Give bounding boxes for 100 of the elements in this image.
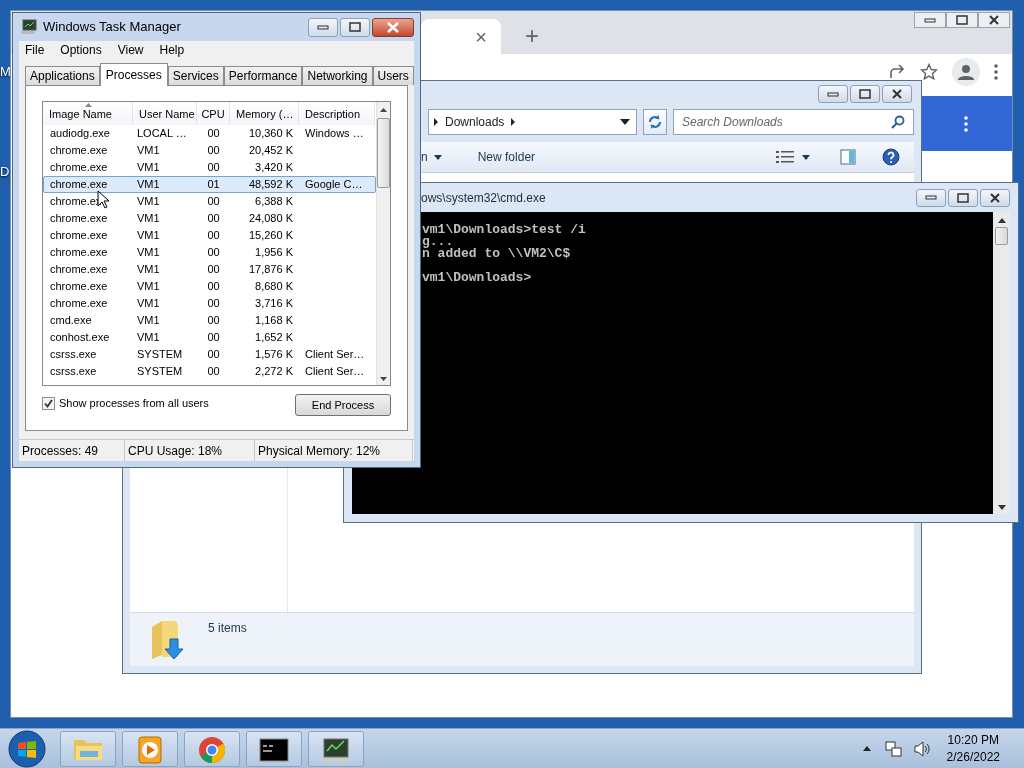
table-row[interactable]: chrome.exe VM1 00 24,080 K bbox=[43, 210, 376, 227]
network-icon[interactable] bbox=[884, 739, 903, 758]
scroll-down-icon[interactable] bbox=[380, 377, 387, 381]
table-row[interactable]: audiodg.exe LOCAL … 00 10,360 K Windows … bbox=[43, 125, 376, 142]
table-cell: chrome.exe bbox=[50, 297, 108, 310]
table-row[interactable]: chrome.exe VM1 00 20,452 K bbox=[43, 142, 376, 159]
column-header[interactable]: User Name bbox=[133, 102, 197, 125]
menu-item[interactable]: Options bbox=[60, 40, 102, 59]
table-row[interactable]: cmd.exe VM1 00 1,168 K bbox=[43, 312, 376, 329]
tab[interactable]: Performance bbox=[223, 66, 303, 85]
column-header[interactable]: Description bbox=[299, 102, 375, 125]
tab[interactable]: Processes bbox=[99, 63, 168, 86]
checkbox[interactable] bbox=[42, 396, 55, 410]
tab[interactable]: Users bbox=[372, 66, 414, 85]
minimize-button[interactable] bbox=[308, 17, 338, 37]
star-icon[interactable] bbox=[920, 63, 938, 81]
minimize-button[interactable] bbox=[914, 12, 946, 28]
minimize-button[interactable] bbox=[916, 188, 946, 207]
share-icon[interactable] bbox=[888, 63, 906, 81]
breadcrumb-item[interactable]: Downloads bbox=[445, 113, 505, 131]
table-row[interactable]: chrome.exe VM1 00 1,956 K bbox=[43, 244, 376, 261]
new-tab-button[interactable]: + bbox=[525, 24, 539, 48]
volume-icon[interactable] bbox=[912, 740, 931, 757]
table-row[interactable]: csrss.exe SYSTEM 00 2,272 K Client Ser… bbox=[43, 363, 376, 380]
table-cell: csrss.exe bbox=[50, 365, 97, 378]
table-cell: 00 bbox=[207, 144, 220, 157]
table-cell: conhost.exe bbox=[50, 331, 110, 344]
tab[interactable]: Networking bbox=[302, 66, 373, 85]
more-icon[interactable] bbox=[964, 115, 968, 132]
maximize-button[interactable] bbox=[948, 188, 978, 207]
console-prompt: vm1\Downloads> bbox=[422, 272, 533, 284]
close-button[interactable] bbox=[980, 188, 1010, 207]
minimize-icon bbox=[827, 91, 839, 97]
table-cell: VM1 bbox=[137, 280, 160, 293]
maximize-button[interactable] bbox=[946, 12, 978, 28]
search-field[interactable]: Search Downloads bbox=[673, 109, 914, 135]
desktop-icon-label[interactable]: D bbox=[0, 162, 10, 182]
table-row[interactable]: chrome.ex VM1 00 6,388 K bbox=[43, 193, 376, 210]
menu-item[interactable]: Help bbox=[159, 40, 185, 59]
table-cell: SYSTEM bbox=[137, 365, 183, 378]
show-hidden-icons-icon[interactable] bbox=[862, 746, 871, 751]
end-process-button[interactable]: End Process bbox=[295, 394, 391, 416]
new-folder-button[interactable]: New folder bbox=[477, 148, 536, 166]
table-cell: Google C… bbox=[305, 178, 363, 191]
dropdown-caret-icon[interactable] bbox=[620, 119, 630, 125]
scroll-up-icon[interactable] bbox=[997, 218, 1006, 223]
table-row[interactable]: chrome.exe VM1 00 17,876 K bbox=[43, 261, 376, 278]
refresh-button[interactable] bbox=[643, 109, 667, 135]
maximize-button[interactable] bbox=[340, 17, 370, 37]
close-button[interactable] bbox=[882, 85, 912, 103]
search-input[interactable]: Search Downloads bbox=[682, 113, 891, 131]
profile-icon[interactable] bbox=[952, 58, 980, 86]
menu-icon[interactable] bbox=[994, 64, 998, 80]
address-bar[interactable]: Downloads bbox=[428, 109, 637, 135]
close-button[interactable] bbox=[978, 12, 1010, 28]
tab-close-button[interactable]: × bbox=[475, 26, 487, 47]
tab[interactable]: Applications bbox=[25, 66, 100, 85]
help-icon[interactable] bbox=[882, 148, 900, 166]
table-row[interactable]: chrome.exe VM1 00 3,716 K bbox=[43, 295, 376, 312]
clock[interactable]: 10:20 PM 2/26/2022 bbox=[946, 731, 1000, 766]
scrollbar[interactable] bbox=[993, 212, 1010, 514]
table-row[interactable]: conhost.exe VM1 00 1,652 K bbox=[43, 329, 376, 346]
column-header[interactable]: CPU bbox=[197, 102, 230, 125]
table-cell: 00 bbox=[207, 280, 220, 293]
minimize-button[interactable] bbox=[818, 85, 848, 103]
table-cell: 15,260 K bbox=[248, 229, 293, 242]
caret-icon[interactable] bbox=[802, 154, 810, 160]
table-row[interactable]: chrome.exe VM1 00 15,260 K bbox=[43, 227, 376, 244]
column-header[interactable]: Image Name bbox=[43, 102, 133, 125]
table-row[interactable]: chrome.exe VM1 01 48,592 K Google C… bbox=[43, 176, 376, 193]
table-row[interactable]: chrome.exe VM1 00 8,680 K bbox=[43, 278, 376, 295]
table-row[interactable]: chrome.exe VM1 00 3,420 K bbox=[43, 159, 376, 176]
search-icon bbox=[891, 115, 905, 129]
scroll-down-icon[interactable] bbox=[997, 505, 1006, 510]
taskbar-button[interactable] bbox=[308, 730, 364, 767]
scroll-up-icon[interactable] bbox=[380, 108, 387, 112]
table-cell: chrome.exe bbox=[50, 229, 108, 242]
browser-tab[interactable]: × bbox=[421, 19, 501, 54]
menu-item[interactable]: File bbox=[25, 40, 45, 59]
scrollbar[interactable] bbox=[376, 102, 390, 385]
desktop-icon-label[interactable]: M bbox=[0, 62, 11, 82]
table-cell: VM1 bbox=[137, 195, 160, 208]
tab[interactable]: Services bbox=[167, 66, 224, 85]
table-cell: Windows … bbox=[305, 127, 364, 140]
table-cell: 00 bbox=[207, 195, 220, 208]
close-button[interactable] bbox=[372, 17, 414, 37]
taskbar-button[interactable] bbox=[246, 730, 302, 767]
organize-menu[interactable]: n bbox=[421, 148, 442, 166]
start-button-icon[interactable] bbox=[8, 729, 46, 768]
table-cell: 00 bbox=[207, 331, 220, 344]
table-cell: 20,452 K bbox=[248, 144, 293, 157]
table-row[interactable]: csrss.exe SYSTEM 00 1,576 K Client Ser… bbox=[43, 346, 376, 363]
scroll-thumb[interactable] bbox=[377, 118, 390, 188]
table-cell: VM1 bbox=[137, 212, 160, 225]
view-options-icon[interactable] bbox=[776, 150, 794, 164]
downloads-folder-icon bbox=[150, 619, 186, 661]
menu-item[interactable]: View bbox=[117, 40, 144, 59]
scroll-thumb[interactable] bbox=[995, 227, 1008, 245]
maximize-button[interactable] bbox=[850, 85, 880, 103]
column-header[interactable]: Memory (… bbox=[230, 102, 299, 125]
